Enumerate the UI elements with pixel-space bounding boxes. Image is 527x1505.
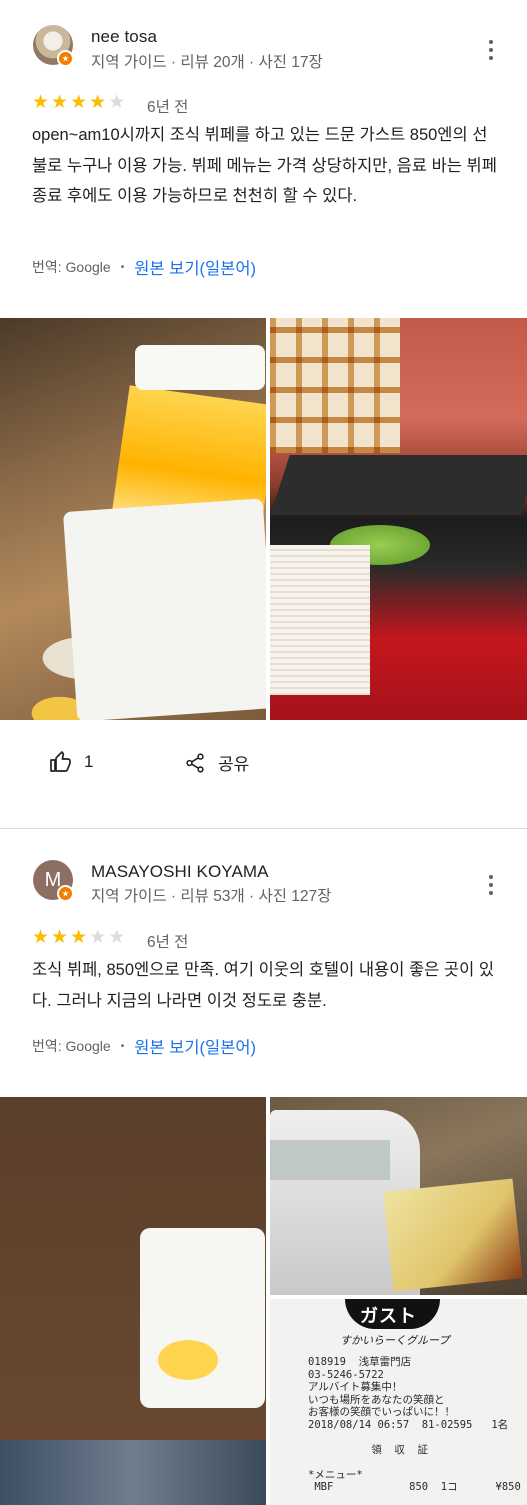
star-icon: ★: [51, 92, 69, 113]
translated-by: 번역: Google: [32, 259, 111, 275]
view-original-link[interactable]: 원본 보기(일본어): [134, 1034, 256, 1058]
star-rating: ★ ★ ★ ★ ★: [32, 93, 125, 113]
dot-separator: •: [120, 261, 125, 273]
review-photo-2[interactable]: [270, 318, 527, 720]
like-count: 1: [84, 752, 94, 771]
translated-by: 번역: Google: [32, 1038, 111, 1054]
local-guide-badge-icon: [57, 50, 74, 67]
view-original-link[interactable]: 원본 보기(일본어): [134, 255, 256, 279]
star-icon: ★: [32, 92, 50, 113]
share-button[interactable]: 공유: [184, 750, 249, 775]
reviewer-name[interactable]: nee tosa: [91, 27, 157, 47]
star-icon: ★: [70, 927, 88, 948]
more-options-icon[interactable]: [486, 875, 496, 895]
review-text: open~am10시까지 조식 뷔페를 하고 있는 드문 가스트 850엔의 선…: [32, 126, 497, 205]
share-label: 공유: [218, 755, 250, 774]
receipt-text: 018919 浅草雷門店 03-5246-5722 アルバイト募集中！ いつも場…: [308, 1356, 521, 1493]
star-rating: ★ ★ ★ ★ ★: [32, 928, 125, 948]
reviewer-name[interactable]: MASAYOSHI KOYAMA: [91, 862, 269, 882]
star-icon: ★: [89, 92, 107, 113]
reviewer-meta: 지역 가이드 · 리뷰 53개 · 사진 127장: [91, 888, 332, 905]
review-text: 조식 뷔페, 850엔으로 만족. 여기 이웃의 호텔이 내용이 좋은 곳이 있…: [32, 961, 495, 1010]
thumbs-up-icon: [50, 751, 71, 772]
review-photo-4[interactable]: [270, 1097, 527, 1295]
review-photo-3[interactable]: [0, 1097, 266, 1505]
star-icon: ★: [108, 92, 126, 113]
receipt-logo: ガスト: [360, 1306, 417, 1327]
review-photo-1[interactable]: [0, 318, 266, 720]
receipt-sub-logo: すかいらーくグループ: [340, 1335, 450, 1347]
review-actions: 1 공유: [0, 750, 527, 790]
review-photo-5[interactable]: ガスト すかいらーくグループ 018919 浅草雷門店 03-5246-5722…: [270, 1299, 527, 1505]
translation-row: 번역: Google • 원본 보기(일본어): [32, 255, 256, 279]
reviewer-meta: 지역 가이드 · 리뷰 20개 · 사진 17장: [91, 54, 323, 71]
star-icon: ★: [70, 92, 88, 113]
review-divider: [0, 828, 527, 829]
dot-separator: •: [120, 1040, 125, 1052]
local-guide-badge-icon: [57, 885, 74, 902]
star-icon: ★: [108, 927, 126, 948]
star-icon: ★: [32, 927, 50, 948]
star-icon: ★: [89, 927, 107, 948]
like-button[interactable]: 1: [48, 750, 93, 774]
translation-row: 번역: Google • 원본 보기(일본어): [32, 1034, 256, 1058]
share-icon: [186, 752, 204, 773]
review-time: 6년 전: [147, 934, 189, 951]
star-icon: ★: [51, 927, 69, 948]
more-options-icon[interactable]: [486, 40, 496, 60]
review-time: 6년 전: [147, 99, 189, 116]
